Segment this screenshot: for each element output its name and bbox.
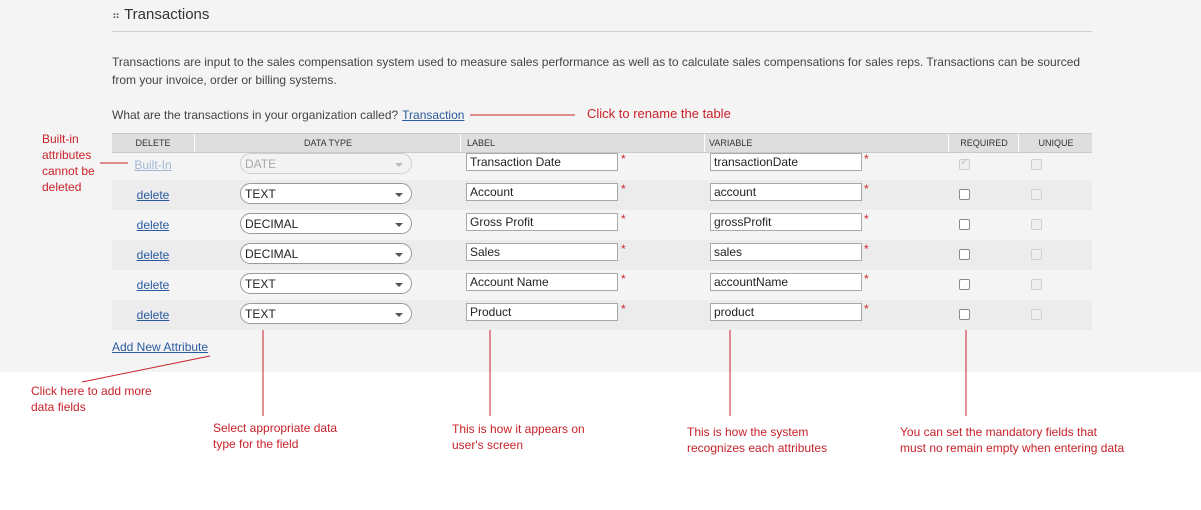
required-annotation: You can set the mandatory fields that mu… — [900, 424, 1124, 456]
label-annotation: This is how it appears on user's screen — [452, 421, 585, 453]
data-type-annotation: Select appropriate data type for the fie… — [213, 420, 337, 452]
label-annotation-line: This is how it appears on — [452, 422, 585, 436]
builtin-annotation-line: cannot be — [42, 164, 95, 178]
rename-annotation: Click to rename the table — [587, 106, 731, 121]
label-annotation-line: user's screen — [452, 438, 523, 452]
builtin-annotation-line: deleted — [42, 180, 82, 194]
add-more-annotation-line: data fields — [31, 400, 86, 414]
builtin-annotation-line: Built-in — [42, 132, 79, 146]
builtin-annotation: Built-in attributes cannot be deleted — [42, 131, 95, 195]
required-annotation-line: You can set the mandatory fields that — [900, 425, 1098, 439]
add-more-pointer-line — [81, 355, 211, 383]
data-type-annotation-line: Select appropriate data — [213, 421, 338, 435]
add-more-annotation: Click here to add more data fields — [31, 383, 152, 415]
add-more-annotation-line: Click here to add more — [31, 384, 152, 398]
variable-annotation: This is how the system recognizes each a… — [687, 424, 827, 456]
data-type-annotation-line: type for the field — [213, 437, 299, 451]
variable-annotation-line: This is how the system — [687, 425, 809, 439]
variable-annotation-line: recognizes each attributes — [687, 441, 828, 455]
required-annotation-line: must no remain empty when entering data — [900, 441, 1125, 455]
builtin-annotation-line: attributes — [42, 148, 92, 162]
